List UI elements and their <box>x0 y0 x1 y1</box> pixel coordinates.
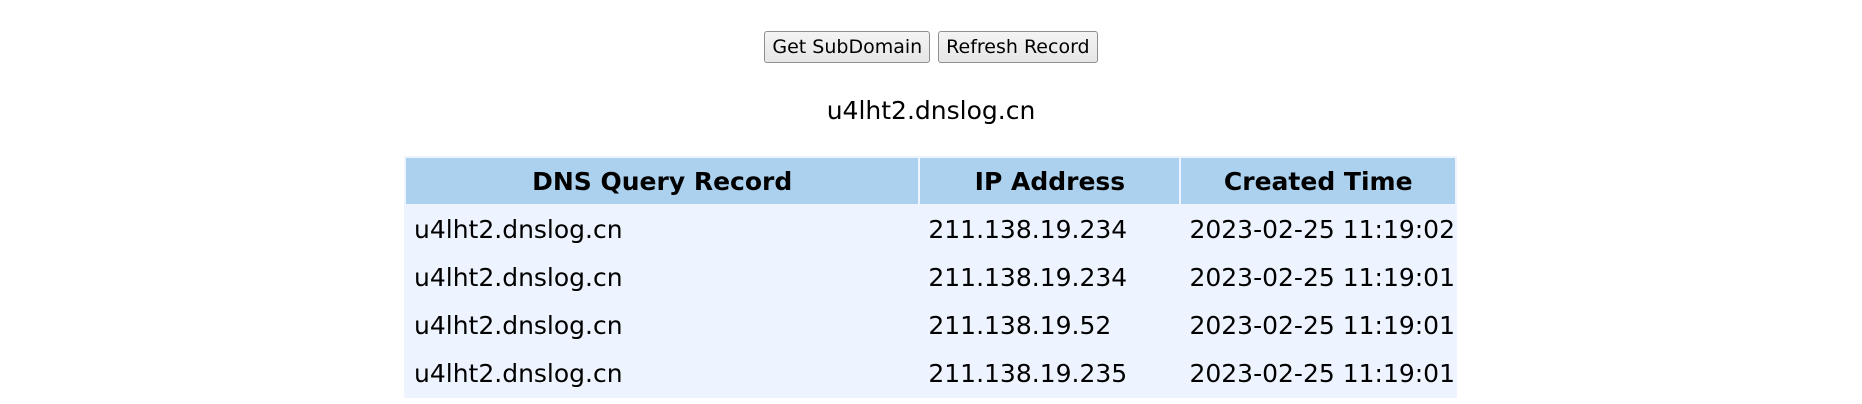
created-time-cell: 2023-02-25 11:19:02 <box>1189 214 1455 244</box>
column-header-created-time: Created Time <box>1181 158 1455 204</box>
dns-record-table: DNS Query Record IP Address Created Time… <box>404 156 1457 398</box>
ip-address-cell: 211.138.19.234 <box>928 262 1128 292</box>
get-subdomain-button[interactable]: Get SubDomain <box>764 31 931 63</box>
refresh-record-button[interactable]: Refresh Record <box>938 31 1098 63</box>
table-row: u4lht2.dnslog.cn 211.138.19.234 2023-02-… <box>406 254 1455 300</box>
dns-query-record-cell: u4lht2.dnslog.cn <box>414 214 623 244</box>
dns-query-record-cell: u4lht2.dnslog.cn <box>414 310 623 340</box>
subdomain-display: u4lht2.dnslog.cn <box>826 96 1036 125</box>
table-row: u4lht2.dnslog.cn 211.138.19.52 2023-02-2… <box>406 302 1455 348</box>
table-row: u4lht2.dnslog.cn 211.138.19.234 2023-02-… <box>406 206 1455 252</box>
dnslog-page: Get SubDomain Refresh Record u4lht2.dnsl… <box>0 0 1862 404</box>
ip-address-cell: 211.138.19.234 <box>928 214 1128 244</box>
column-header-dns-query-record: DNS Query Record <box>406 158 919 204</box>
created-time-cell: 2023-02-25 11:19:01 <box>1189 262 1455 292</box>
column-header-ip-address: IP Address <box>920 158 1180 204</box>
toolbar: Get SubDomain Refresh Record <box>0 31 1862 63</box>
ip-address-cell: 211.138.19.235 <box>928 358 1128 388</box>
dns-query-record-cell: u4lht2.dnslog.cn <box>414 262 623 292</box>
table-row: u4lht2.dnslog.cn 211.138.19.235 2023-02-… <box>406 350 1455 396</box>
table-header-row: DNS Query Record IP Address Created Time <box>406 158 1455 204</box>
created-time-cell: 2023-02-25 11:19:01 <box>1189 310 1455 340</box>
ip-address-cell: 211.138.19.52 <box>928 310 1112 340</box>
created-time-cell: 2023-02-25 11:19:01 <box>1189 358 1455 388</box>
dns-query-record-cell: u4lht2.dnslog.cn <box>414 358 623 388</box>
